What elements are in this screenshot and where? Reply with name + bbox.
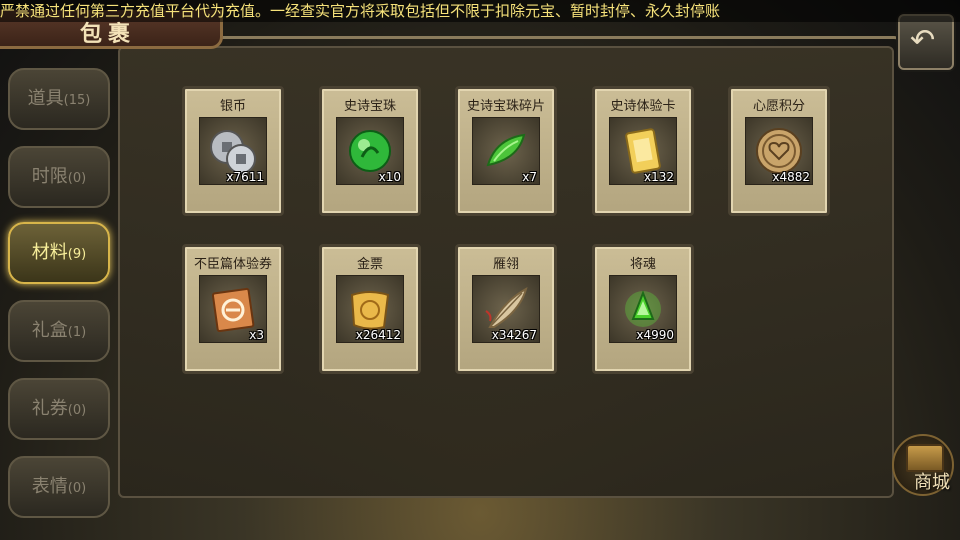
item-card[interactable]: 雁翎 x34267 [455,244,557,374]
tab-label: 时限 [31,166,68,187]
tab-emotes[interactable]: 表情(0) [8,456,110,518]
item-quantity: x26412 [355,328,401,342]
item-card[interactable]: 史诗宝珠碎片 x7 [455,86,557,216]
item-name: 金票 [356,257,383,272]
back-button[interactable]: ↶ [898,14,954,70]
item-card[interactable]: 金票 x26412 [319,244,421,374]
shop-label[interactable]: 商城 [914,468,950,494]
item-name: 史诗宝珠 [343,99,396,114]
item-slot: x3 [199,275,267,343]
item-quantity: x4990 [636,328,674,342]
tab-label: 材料 [31,242,68,263]
item-name: 心愿积分 [752,99,805,114]
tab-count: (0) [67,481,87,496]
tab-materials[interactable]: 材料(9) [8,222,110,284]
item-slot: x26412 [336,275,404,343]
item-slot: x34267 [472,275,540,343]
item-card[interactable]: 将魂 x4990 [592,244,694,374]
tab-label: 礼券 [31,398,68,419]
tab-label: 礼盒 [31,320,68,341]
notice-text: 严禁通过任何第三方充值平台代为充值。一经查实官方将采取包括但不限于扣除元宝、暂时… [0,2,721,20]
item-name: 史诗体验卡 [610,99,676,114]
item-quantity: x4882 [772,170,810,184]
tab-label: 道具 [27,88,64,109]
item-quantity: x10 [378,170,401,184]
item-card[interactable]: 心愿积分 x4882 [728,86,830,216]
tab-timed[interactable]: 时限(0) [8,146,110,208]
item-card[interactable]: 银币 x7611 [182,86,284,216]
item-quantity: x3 [249,328,264,342]
tab-label: 表情 [31,476,68,497]
tab-gift-boxes[interactable]: 礼盒(1) [8,300,110,362]
item-card[interactable]: 不臣篇体验券 x3 [182,244,284,374]
item-slot: x7 [472,117,540,185]
item-slot: x7611 [199,117,267,185]
back-arrow-icon: ↶ [910,23,936,58]
tab-count: (1) [67,325,87,340]
item-slot: x4990 [609,275,677,343]
item-slot: x4882 [745,117,813,185]
item-slot: x10 [336,117,404,185]
item-name: 银币 [219,99,246,114]
tab-count: (0) [67,403,87,418]
item-card[interactable]: 史诗宝珠 x10 [319,86,421,216]
tab-count: (15) [63,93,91,108]
item-quantity: x132 [643,170,674,184]
tab-count: (0) [67,171,87,186]
item-quantity: x7 [522,170,537,184]
item-slot: x132 [609,117,677,185]
item-name: 雁翎 [492,257,519,272]
tab-items[interactable]: 道具(15) [8,68,110,130]
notice-marquee: 严禁通过任何第三方充值平台代为充值。一经查实官方将采取包括但不限于扣除元宝、暂时… [0,0,960,22]
tab-count: (9) [67,247,87,262]
item-card[interactable]: 史诗体验卡 x132 [592,86,694,216]
item-name: 将魂 [629,257,656,272]
item-quantity: x34267 [491,328,537,342]
item-quantity: x7611 [226,170,264,184]
tab-vouchers[interactable]: 礼券(0) [8,378,110,440]
item-name: 不臣篇体验券 [193,257,272,272]
item-name: 史诗宝珠碎片 [466,99,545,114]
